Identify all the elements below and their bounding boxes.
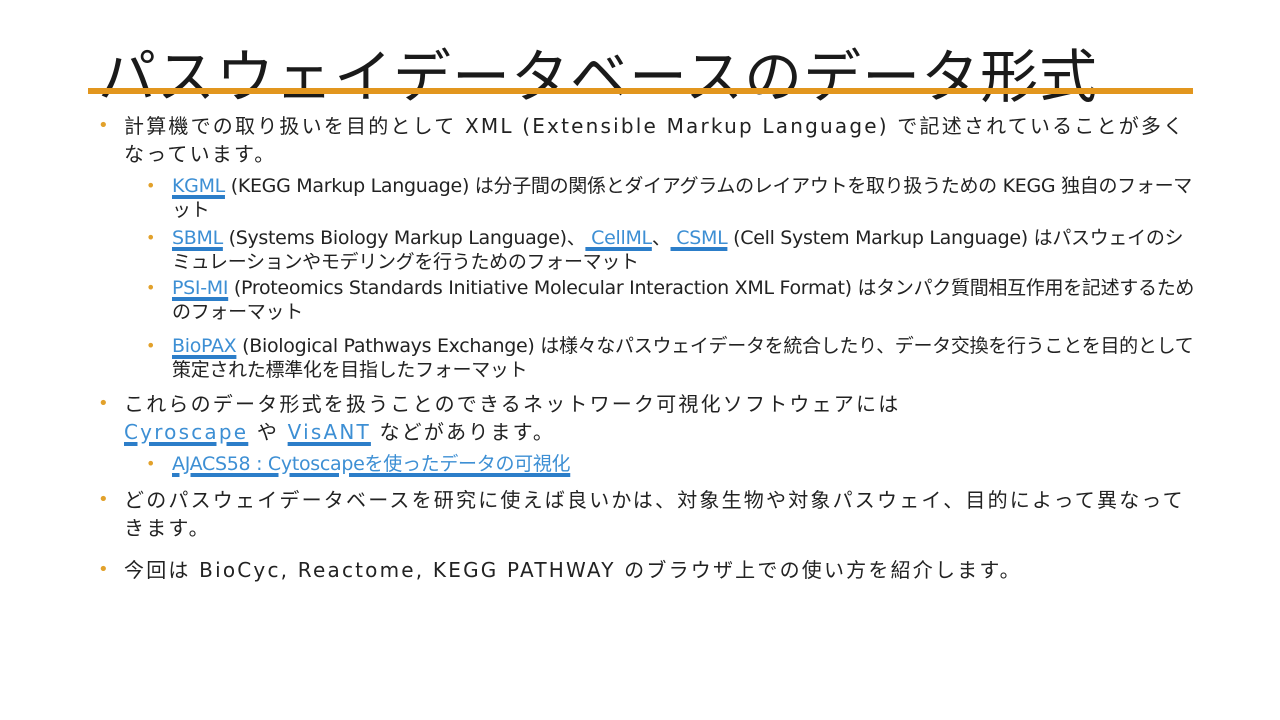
bullet-text-end: などがあります。 [370,420,556,444]
bullet-text: 計算機での取り扱いを目的として XML (Extensible Markup L… [124,114,1186,166]
biopax-description: (Biological Pathways Exchange) は様々なパスウェイ… [172,335,1194,381]
bullet-text: どのパスウェイデータベースを研究に使えば良いかは、対象生物や対象パスウェイ、目的… [124,488,1185,540]
visant-link[interactable]: VisANT [288,420,371,444]
sub-bullet-kgml: KGML (KEGG Markup Language) は分子間の関係とダイアグ… [124,174,1198,222]
format-sublist: KGML (KEGG Markup Language) は分子間の関係とダイアグ… [124,174,1198,382]
bullet-list: 計算機での取り扱いを目的として XML (Extensible Markup L… [98,112,1198,584]
sub-bullet-ajacs: AJACS58 : Cytoscapeを使ったデータの可視化 [124,452,1224,476]
sub-bullet-sbml: SBML (Systems Biology Markup Language)、 … [124,226,1198,274]
bullet-text-conjunction: や [248,420,288,444]
kgml-description: (KEGG Markup Language) は分子間の関係とダイアグラムのレイ… [172,175,1192,221]
cellml-link[interactable]: CellML [585,227,652,249]
biopax-link[interactable]: BioPAX [172,335,237,357]
bullet-visualization-software: これらのデータ形式を扱うことのできるネットワーク可視化ソフトウェアには Cyros… [98,390,934,476]
slide-content: 計算機での取り扱いを目的として XML (Extensible Markup L… [98,112,1198,592]
bullet-text: これらのデータ形式を扱うことのできるネットワーク可視化ソフトウェアには [124,392,901,416]
sub-bullet-psimi: PSI-MI (Proteomics Standards Initiative … [124,276,1198,324]
slide-title: パスウェイデータベースのデータ形式 [98,42,1099,111]
ajacs58-link[interactable]: AJACS58 : Cytoscapeを使ったデータの可視化 [172,453,571,475]
bullet-xml-formats: 計算機での取り扱いを目的として XML (Extensible Markup L… [98,112,1198,382]
separator: 、 [651,227,671,249]
bullet-database-choice: どのパスウェイデータベースを研究に使えば良いかは、対象生物や対象パスウェイ、目的… [98,486,1198,542]
bullet-text: 今回は BioCyc, Reactome, KEGG PATHWAY のブラウザ… [124,558,1022,582]
sbml-link[interactable]: SBML [172,227,223,249]
psimi-description: (Proteomics Standards Initiative Molecul… [172,277,1195,323]
cytoscape-link[interactable]: Cyroscape [124,420,248,444]
psimi-link[interactable]: PSI-MI [172,277,228,299]
sub-bullet-biopax: BioPAX (Biological Pathways Exchange) は様… [124,334,1198,382]
bullet-introduction: 今回は BioCyc, Reactome, KEGG PATHWAY のブラウザ… [98,556,1198,584]
sbml-description: (Systems Biology Markup Language)、 [222,227,586,249]
visualization-sublist: AJACS58 : Cytoscapeを使ったデータの可視化 [124,452,1224,476]
csml-link[interactable]: CSML [671,227,727,249]
kgml-link[interactable]: KGML [172,175,225,197]
title-underline [88,88,1193,94]
